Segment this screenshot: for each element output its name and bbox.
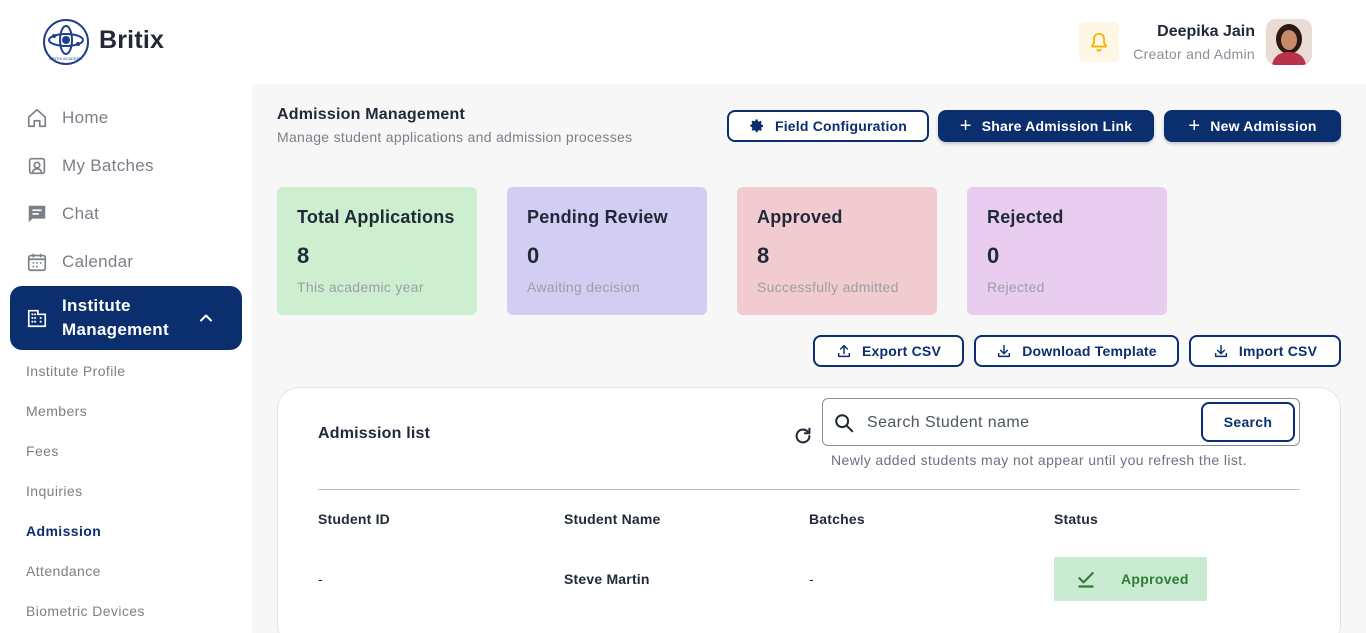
sidebar-item-chat[interactable]: Chat (26, 200, 99, 228)
section-label-line1: Institute (62, 296, 131, 315)
sidebar-item-label: Calendar (62, 252, 134, 271)
stat-subtitle: Rejected (987, 279, 1045, 295)
stat-card-approved: Approved 8 Successfully admitted (737, 187, 937, 315)
import-csv-button[interactable]: Import CSV (1189, 335, 1341, 367)
download-icon (1214, 344, 1227, 358)
column-header-student-id[interactable]: Student ID (318, 511, 390, 527)
user-name[interactable]: Deepika Jain (1157, 23, 1255, 41)
share-admission-link-button[interactable]: + Share Admission Link (938, 110, 1154, 142)
bell-icon (1091, 32, 1107, 52)
brand-name[interactable]: Britix (99, 26, 164, 55)
sidebar-subitem-fees[interactable]: Fees (26, 443, 59, 459)
stat-title: Total Applications (297, 207, 455, 227)
sidebar-item-calendar[interactable]: Calendar (26, 248, 133, 276)
sidebar-item-label: My Batches (62, 156, 154, 175)
batches-icon (28, 157, 46, 175)
search-input[interactable] (867, 411, 1197, 435)
upload-icon (837, 344, 851, 358)
stat-subtitle: Awaiting decision (527, 279, 641, 295)
sidebar: Home My Batches Chat Calendar Institute … (0, 84, 252, 633)
admission-list-title: Admission list (318, 425, 431, 442)
field-configuration-button[interactable]: Field Configuration (727, 110, 929, 142)
avatar[interactable] (1266, 19, 1312, 65)
refresh-icon[interactable] (792, 425, 814, 447)
cell-student-name: Steve Martin (564, 571, 650, 587)
search-icon (835, 414, 854, 433)
refresh-hint: Newly added students may not appear unti… (831, 452, 1247, 468)
stat-card-total-applications: Total Applications 8 This academic year (277, 187, 477, 315)
column-header-student-name[interactable]: Student Name (564, 511, 661, 527)
calendar-icon (27, 253, 47, 272)
export-csv-button[interactable]: Export CSV (813, 335, 964, 367)
plus-icon: + (959, 115, 972, 137)
stat-title: Approved (757, 207, 843, 227)
share-admission-link-label: Share Admission Link (981, 118, 1133, 134)
cell-student-id: - (318, 571, 323, 587)
status-badge: Approved (1054, 557, 1207, 601)
download-icon (998, 344, 1011, 358)
avatar-image (1266, 19, 1312, 65)
sidebar-item-institute-management[interactable]: Institute Management (10, 286, 242, 350)
sidebar-subitem-attendance[interactable]: Attendance (26, 563, 101, 579)
column-header-batches[interactable]: Batches (809, 511, 865, 527)
stat-subtitle: Successfully admitted (757, 279, 899, 295)
notifications-button[interactable] (1079, 22, 1119, 62)
stat-value: 8 (757, 243, 770, 268)
plus-icon: + (1188, 115, 1201, 137)
stat-card-rejected: Rejected 0 Rejected (967, 187, 1167, 315)
stat-subtitle: This academic year (297, 279, 424, 295)
sidebar-item-label: Chat (62, 204, 100, 223)
chat-icon (28, 205, 46, 223)
page-title: Admission Management (277, 106, 466, 123)
search-box: Search (822, 398, 1300, 446)
field-configuration-label: Field Configuration (774, 118, 908, 134)
home-icon (27, 108, 47, 128)
sidebar-subitem-members[interactable]: Members (26, 403, 87, 419)
section-label-line2: Management (62, 320, 169, 339)
download-template-label: Download Template (1022, 343, 1157, 359)
sidebar-subitem-biometric-devices[interactable]: Biometric Devices (26, 603, 145, 619)
stat-value: 0 (527, 243, 540, 268)
sidebar-item-label: Home (62, 108, 109, 127)
status-label: Approved (1121, 571, 1189, 587)
stat-card-pending-review: Pending Review 0 Awaiting decision (507, 187, 707, 315)
search-button[interactable]: Search (1201, 402, 1295, 442)
sidebar-item-home[interactable]: Home (26, 104, 109, 132)
cell-batches: - (809, 571, 814, 587)
import-csv-label: Import CSV (1238, 343, 1318, 359)
building-icon (27, 309, 47, 328)
column-header-status[interactable]: Status (1054, 511, 1098, 527)
user-role: Creator and Admin (1133, 46, 1255, 62)
chevron-up-icon[interactable] (196, 308, 216, 328)
gear-icon (750, 119, 763, 133)
stat-title: Pending Review (527, 207, 668, 227)
sidebar-subitem-admission[interactable]: Admission (26, 523, 101, 539)
sidebar-item-my-batches[interactable]: My Batches (26, 152, 154, 180)
sidebar-subitem-inquiries[interactable]: Inquiries (26, 483, 83, 499)
top-header: BRITIX ACADEMY Britix Deepika Jain Creat… (0, 0, 1366, 84)
stat-value: 0 (987, 243, 1000, 268)
sidebar-subitem-institute-profile[interactable]: Institute Profile (26, 363, 125, 379)
checkmark-icon (1078, 572, 1094, 588)
export-csv-label: Export CSV (861, 343, 941, 359)
divider (318, 489, 1300, 490)
stat-value: 8 (297, 243, 310, 268)
page-subtitle: Manage student applications and admissio… (277, 129, 633, 145)
logo-text: BRITIX ACADEMY (49, 56, 83, 61)
new-admission-label: New Admission (1210, 118, 1317, 134)
admission-list-card: Admission list Search Newly added studen… (277, 387, 1341, 633)
new-admission-button[interactable]: + New Admission (1164, 110, 1341, 142)
stat-title: Rejected (987, 207, 1064, 227)
main-content: Admission Management Manage student appl… (252, 84, 1366, 633)
download-template-button[interactable]: Download Template (974, 335, 1179, 367)
britix-logo-icon[interactable]: BRITIX ACADEMY (42, 18, 90, 66)
